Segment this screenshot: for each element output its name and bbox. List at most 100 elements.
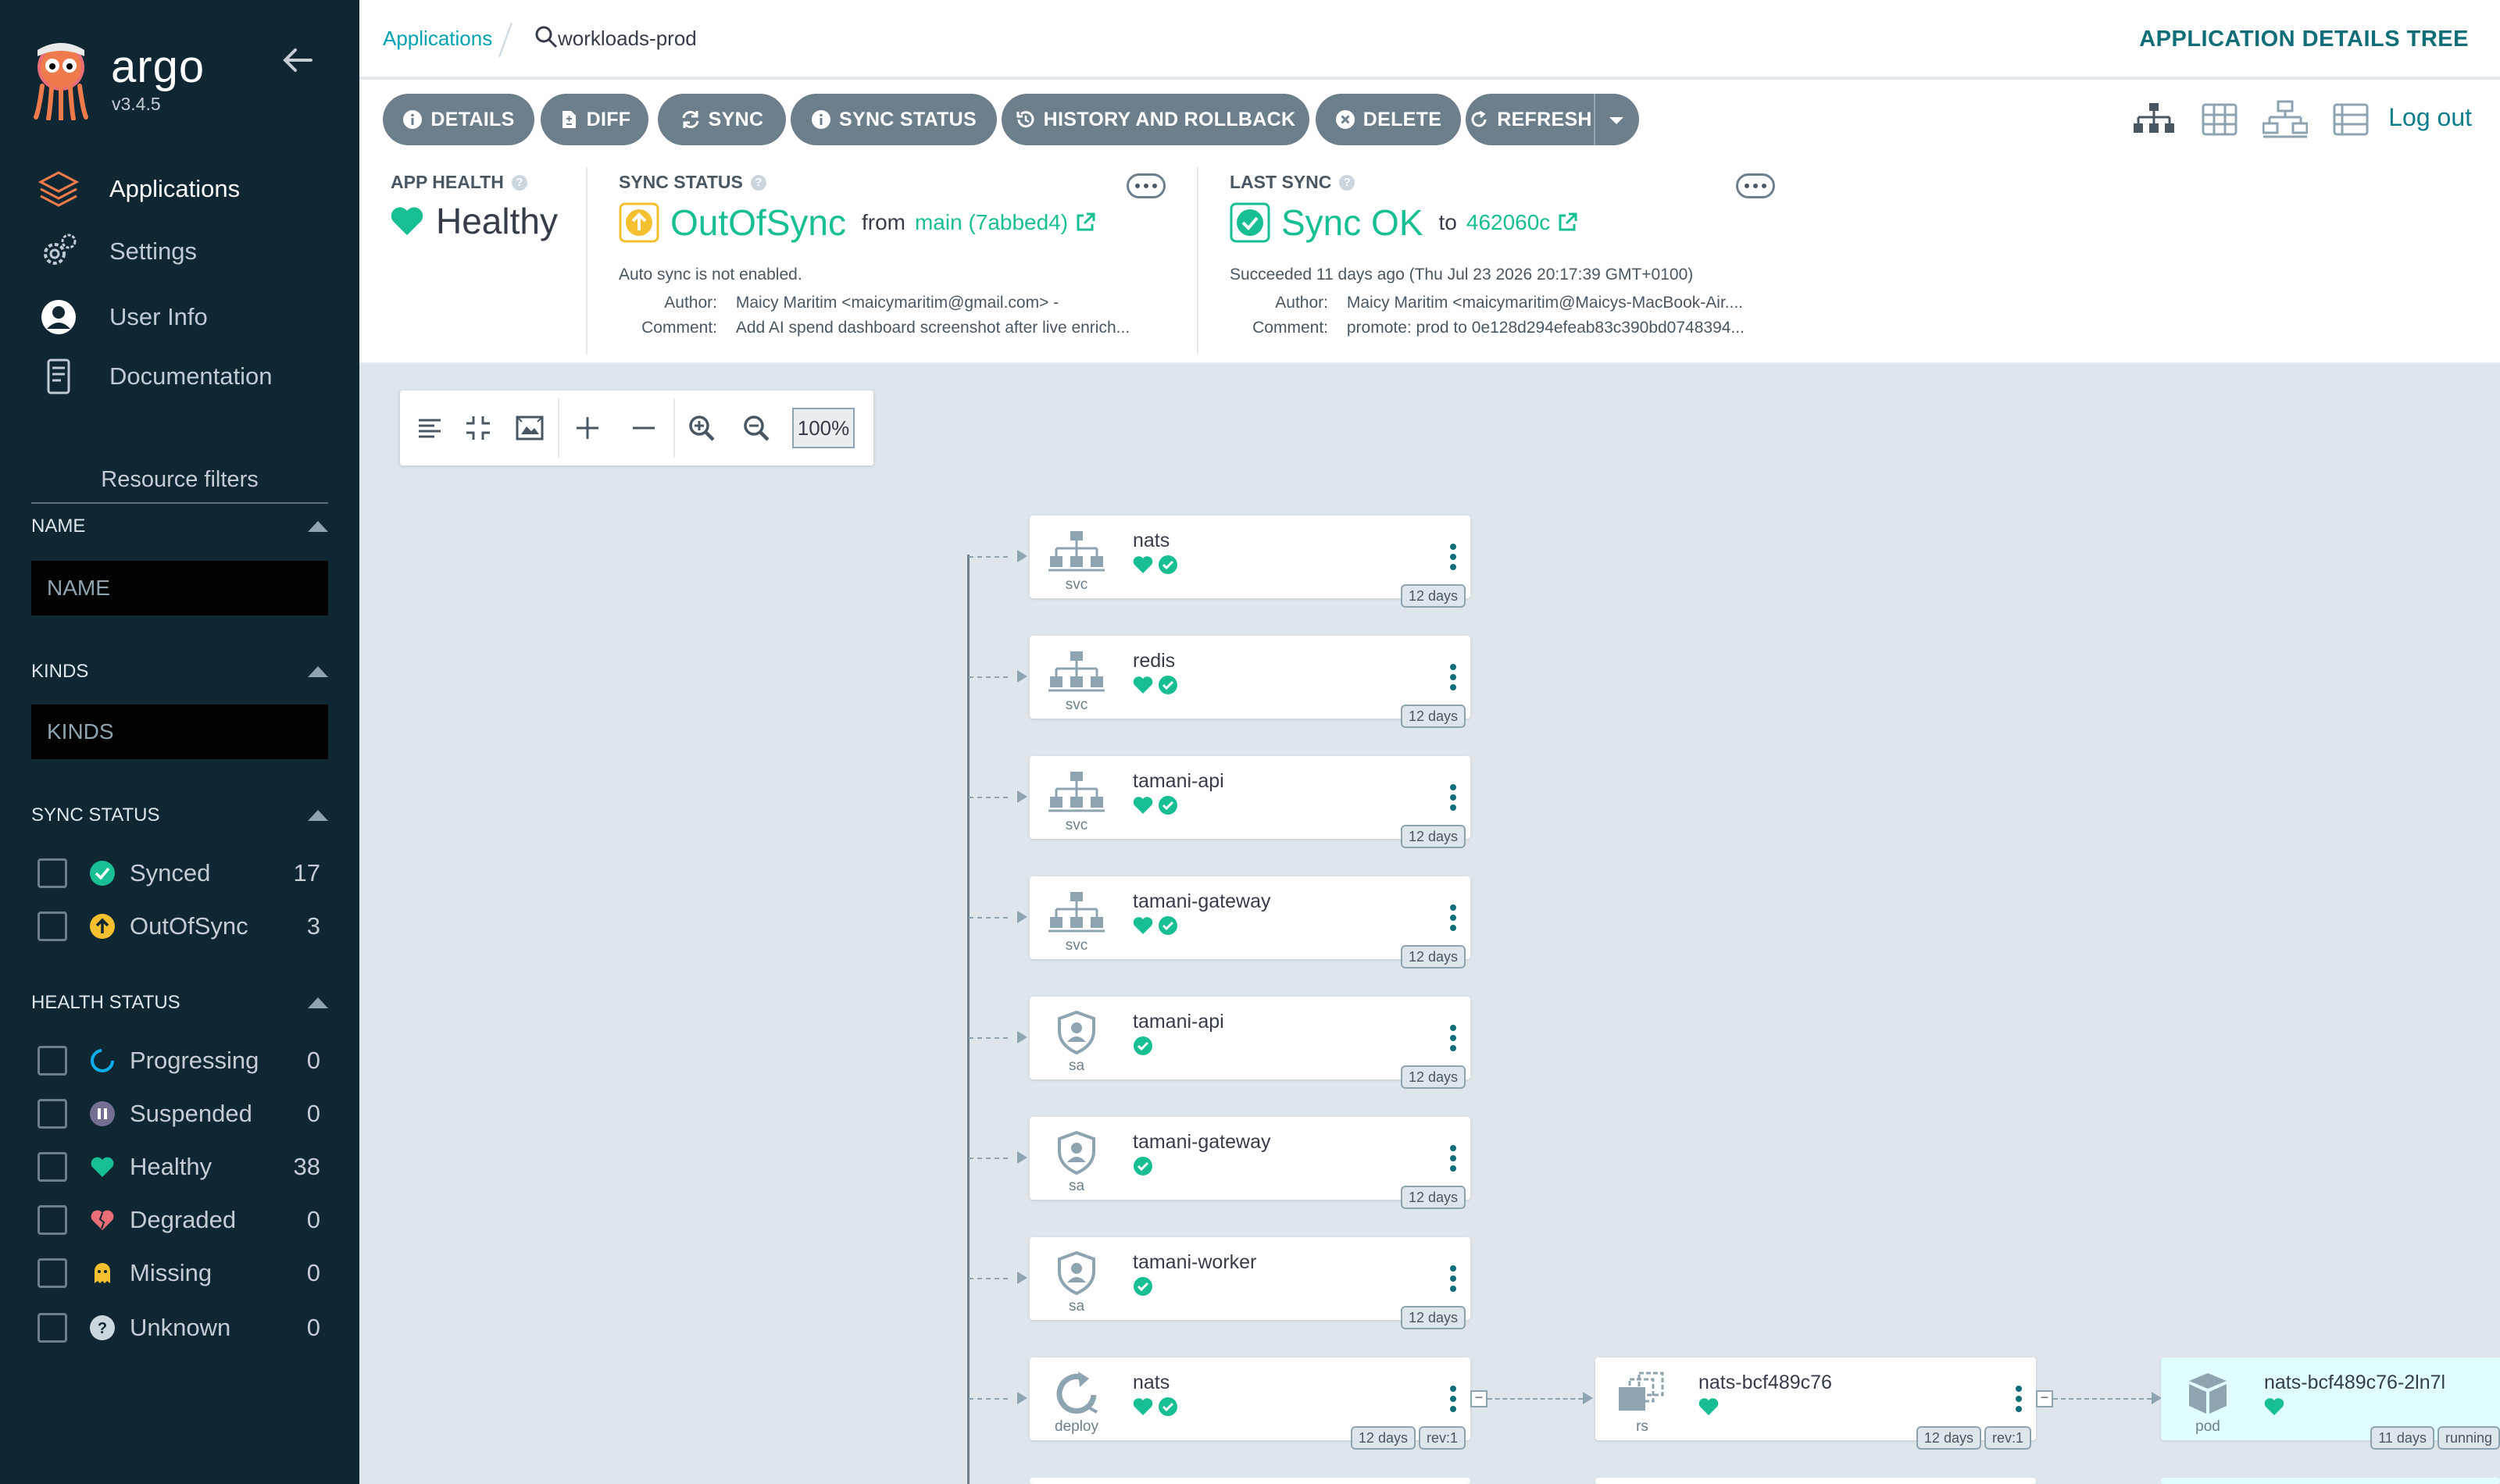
collapse-caret-icon[interactable]: [308, 521, 328, 532]
help-icon[interactable]: ?: [750, 174, 766, 191]
history-and-rollback-button[interactable]: HISTORY AND ROLLBACK: [1002, 94, 1309, 145]
kebab-menu-icon[interactable]: [1450, 542, 1456, 572]
plus-icon[interactable]: [572, 412, 603, 444]
filter-unknown[interactable]: ? Unknown 0: [38, 1309, 320, 1347]
kebab-menu-icon[interactable]: [2016, 1384, 2022, 1414]
history-icon: [1016, 111, 1034, 128]
tree-view-icon[interactable]: [2131, 100, 2177, 139]
resource-node-partial[interactable]: [2161, 1478, 2500, 1484]
breadcrumb-app-name[interactable]: workloads-prod: [558, 27, 697, 51]
node-status: [1133, 795, 1178, 815]
comment-key: Comment:: [641, 319, 717, 337]
collapse-node-button[interactable]: −: [2036, 1390, 2053, 1407]
name-filter-input[interactable]: [31, 561, 328, 615]
collapse-caret-icon[interactable]: [308, 666, 328, 677]
nav-applications[interactable]: Applications: [38, 166, 240, 212]
filter-suspended[interactable]: Suspended 0: [38, 1095, 320, 1133]
sync-status-filter-header[interactable]: SYNC STATUS: [31, 804, 328, 826]
filter-missing[interactable]: Missing 0: [38, 1254, 320, 1292]
caret-down-icon[interactable]: [1606, 114, 1627, 127]
filter-degraded[interactable]: Degraded 0: [38, 1201, 320, 1239]
kebab-menu-icon[interactable]: [1450, 1264, 1456, 1293]
zoom-level-field[interactable]: 100%: [792, 408, 855, 448]
filter-progressing[interactable]: Progressing 0: [38, 1042, 320, 1079]
sync-status-button[interactable]: SYNC STATUS: [791, 94, 997, 145]
align-left-icon[interactable]: [414, 412, 445, 444]
external-link-icon[interactable]: [1074, 212, 1096, 234]
collapse-caret-icon[interactable]: [308, 810, 328, 821]
age-tag: 12 days: [1400, 584, 1466, 608]
collapse-node-button[interactable]: −: [1470, 1390, 1488, 1407]
resource-node-deploy-nats[interactable]: deploy nats 12 days rev:1: [1030, 1357, 1470, 1450]
node-kind: svc: [1065, 576, 1088, 593]
compress-icon[interactable]: [462, 412, 494, 444]
zoom-out-icon[interactable]: [741, 412, 772, 444]
fit-image-icon[interactable]: [514, 412, 545, 444]
network-view-icon[interactable]: [2262, 100, 2308, 139]
kebab-menu-icon[interactable]: [1450, 1384, 1456, 1414]
checkbox[interactable]: [38, 1313, 67, 1343]
last-sync-more-button[interactable]: [1736, 173, 1775, 198]
sync-status-more-button[interactable]: [1127, 173, 1166, 198]
collapse-caret-icon[interactable]: [308, 997, 328, 1008]
checkbox[interactable]: [38, 1046, 67, 1076]
checkbox[interactable]: [38, 858, 67, 888]
resource-node-partial[interactable]: [1030, 1478, 1470, 1484]
times-circle-icon: [1335, 110, 1355, 129]
details-button[interactable]: DETAILS: [383, 94, 534, 145]
breadcrumb-applications[interactable]: Applications: [383, 27, 492, 51]
delete-button[interactable]: DELETE: [1316, 94, 1461, 145]
kebab-menu-icon[interactable]: [1450, 662, 1456, 692]
nav-user-info[interactable]: User Info: [38, 294, 208, 341]
sync-button[interactable]: SYNC: [658, 94, 786, 145]
filter-healthy[interactable]: Healthy 38: [38, 1148, 320, 1186]
kebab-menu-icon[interactable]: [1450, 783, 1456, 812]
pods-grid-view-icon[interactable]: [2197, 100, 2242, 139]
zoom-in-icon[interactable]: [686, 412, 717, 444]
checkbox[interactable]: [38, 1099, 67, 1129]
checkbox[interactable]: [38, 1205, 67, 1235]
kebab-menu-icon[interactable]: [1450, 903, 1456, 933]
last-sync-revision-link[interactable]: 462060c: [1466, 210, 1550, 235]
edge-arrow: [1017, 1151, 1027, 1164]
checkbox[interactable]: [38, 1152, 67, 1182]
resource-node-sa-tamani-api[interactable]: sa tamani-api 12 days: [1030, 997, 1470, 1089]
diff-button[interactable]: DIFF: [541, 94, 648, 145]
resource-node-sa-tamani-worker[interactable]: sa tamani-worker 12 days: [1030, 1237, 1470, 1329]
filter-count: 38: [293, 1153, 320, 1180]
kinds-filter-header[interactable]: KINDS: [31, 661, 328, 683]
list-view-icon[interactable]: [2328, 100, 2373, 139]
name-filter-header[interactable]: NAME: [31, 515, 328, 537]
nav-settings[interactable]: Settings: [38, 228, 197, 275]
argo-logo-icon[interactable]: [28, 39, 94, 120]
node-kind: pod: [2195, 1418, 2220, 1435]
kebab-menu-icon[interactable]: [1450, 1143, 1456, 1173]
collapse-arrow-icon[interactable]: [281, 44, 314, 77]
nav-documentation[interactable]: Documentation: [38, 353, 273, 400]
logout-link[interactable]: Log out: [2388, 103, 2472, 132]
kinds-filter-input[interactable]: [31, 705, 328, 759]
resource-node-svc-tamani-api[interactable]: svc tamani-api 12 days: [1030, 756, 1470, 848]
sync-revision-link[interactable]: main (7abbed4): [915, 210, 1068, 235]
resource-node-sa-tamani-gateway[interactable]: sa tamani-gateway 12 days: [1030, 1117, 1470, 1209]
resource-node-pod-nats[interactable]: pod nats-bcf489c76-2ln7l 11 days running: [2161, 1357, 2500, 1450]
help-icon[interactable]: ?: [511, 174, 527, 191]
resource-node-svc-tamani-gateway[interactable]: svc tamani-gateway 12 days: [1030, 876, 1470, 969]
filter-synced[interactable]: Synced 17: [38, 854, 320, 892]
resource-node-svc-redis[interactable]: svc redis 12 days: [1030, 636, 1470, 728]
search-icon[interactable]: [533, 23, 559, 50]
resource-node-rs-nats[interactable]: rs nats-bcf489c76 12 days rev:1: [1595, 1357, 2036, 1450]
filter-outofsync[interactable]: OutOfSync 3: [38, 908, 320, 945]
minus-icon[interactable]: [628, 412, 659, 444]
checkbox[interactable]: [38, 911, 67, 941]
resource-node-partial[interactable]: [1595, 1478, 2036, 1484]
external-link-icon[interactable]: [1556, 212, 1578, 234]
health-status-filter-header[interactable]: HEALTH STATUS: [31, 992, 328, 1014]
resource-filters-title: Resource filters: [31, 467, 328, 504]
resource-node-svc-nats[interactable]: svc nats 12 days: [1030, 515, 1470, 608]
help-icon[interactable]: ?: [1339, 174, 1355, 191]
kebab-menu-icon[interactable]: [1450, 1023, 1456, 1053]
checkbox[interactable]: [38, 1258, 67, 1288]
node-name: nats: [1133, 1372, 1170, 1393]
sync-comment: Add AI spend dashboard screenshot after …: [735, 319, 1130, 337]
